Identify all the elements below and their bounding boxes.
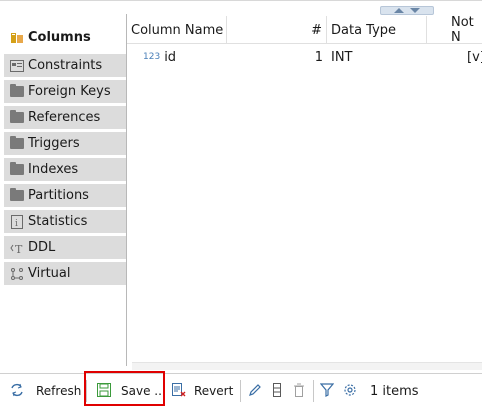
pencil-icon xyxy=(248,383,262,400)
cell-column-name[interactable]: 123 id xyxy=(139,44,227,70)
columns-grid: Column Name # Data Type Not N 123 id 1 I… xyxy=(127,14,482,366)
sidebar: Columns Constraints Foreign Keys Referen… xyxy=(4,14,127,378)
sidebar-item-virtual[interactable]: Virtual xyxy=(4,262,127,286)
refresh-label: Refresh xyxy=(36,384,82,398)
sidebar-item-label: DDL xyxy=(28,240,56,255)
folder-icon xyxy=(9,136,25,152)
numeric-type-icon: 123 xyxy=(143,52,161,62)
cell-name-text: id xyxy=(164,49,177,65)
folder-icon xyxy=(9,84,25,100)
save-highlight-box xyxy=(84,371,165,406)
sidebar-item-triggers[interactable]: Triggers xyxy=(4,132,127,156)
horizontal-scrollbar[interactable] xyxy=(132,362,482,370)
sidebar-item-label: Indexes xyxy=(28,162,79,177)
statistics-icon: i xyxy=(9,214,25,230)
refresh-button[interactable]: Refresh xyxy=(10,381,81,401)
sidebar-item-constraints[interactable]: Constraints xyxy=(4,54,127,78)
delete-button[interactable] xyxy=(293,381,305,401)
grid-header: Column Name # Data Type Not N xyxy=(127,15,482,45)
sidebar-item-statistics[interactable]: i Statistics xyxy=(4,210,127,234)
constraints-icon xyxy=(9,58,25,74)
refresh-icon xyxy=(10,383,24,400)
sidebar-item-label: Partitions xyxy=(28,188,89,203)
revert-icon xyxy=(172,382,186,400)
column-header-not-null[interactable]: Not N xyxy=(427,15,482,45)
filter-button[interactable] xyxy=(319,381,335,401)
folder-icon xyxy=(9,110,25,126)
ddl-icon: T xyxy=(9,240,25,256)
add-column-button[interactable] xyxy=(272,381,282,401)
columns-icon xyxy=(9,30,25,46)
svg-text:T: T xyxy=(15,243,23,255)
sidebar-item-references[interactable]: References xyxy=(4,106,127,130)
cell-number[interactable]: 1 xyxy=(227,44,327,70)
sidebar-item-ddl[interactable]: T DDL xyxy=(4,236,127,260)
trash-icon xyxy=(293,383,305,400)
gear-icon xyxy=(343,383,357,400)
sidebar-item-indexes[interactable]: Indexes xyxy=(4,158,127,182)
sidebar-item-partitions[interactable]: Partitions xyxy=(4,184,127,208)
toolbar-divider xyxy=(240,380,241,402)
revert-label: Revert xyxy=(194,384,234,398)
chevron-up-icon xyxy=(394,8,404,13)
toolbar-divider xyxy=(313,380,314,402)
folder-icon xyxy=(9,188,25,204)
sidebar-item-label: Constraints xyxy=(28,58,103,73)
edit-button[interactable] xyxy=(248,381,262,401)
sidebar-item-label: Triggers xyxy=(28,136,80,151)
revert-button[interactable]: Revert xyxy=(172,381,233,401)
items-count: 1 items xyxy=(370,383,419,399)
virtual-icon xyxy=(9,266,25,282)
column-header-data-type[interactable]: Data Type xyxy=(327,16,427,44)
bottom-toolbar: Refresh Save ... Revert 1 items xyxy=(0,373,482,407)
folder-icon xyxy=(9,162,25,178)
sidebar-item-columns[interactable]: Columns xyxy=(4,26,127,50)
settings-button[interactable] xyxy=(343,381,357,401)
cell-data-type[interactable]: INT xyxy=(327,44,427,70)
column-header-name[interactable]: Column Name xyxy=(127,16,227,44)
column-header-number[interactable]: # xyxy=(227,16,327,44)
cell-not-null[interactable]: [v] xyxy=(427,44,482,70)
sidebar-item-label: Virtual xyxy=(28,266,71,281)
sidebar-item-foreign-keys[interactable]: Foreign Keys xyxy=(4,80,127,104)
sidebar-item-label: References xyxy=(28,110,101,125)
sidebar-item-label: Statistics xyxy=(28,214,88,229)
table-row[interactable]: 123 id 1 INT [v] xyxy=(127,44,482,70)
column-icon xyxy=(272,382,282,400)
sidebar-item-label: Foreign Keys xyxy=(28,84,111,99)
filter-icon xyxy=(319,382,335,400)
svg-text:i: i xyxy=(15,219,18,229)
chevron-down-icon xyxy=(410,8,420,13)
sidebar-item-label: Columns xyxy=(28,30,91,45)
collapse-panel-handle[interactable] xyxy=(380,6,434,15)
